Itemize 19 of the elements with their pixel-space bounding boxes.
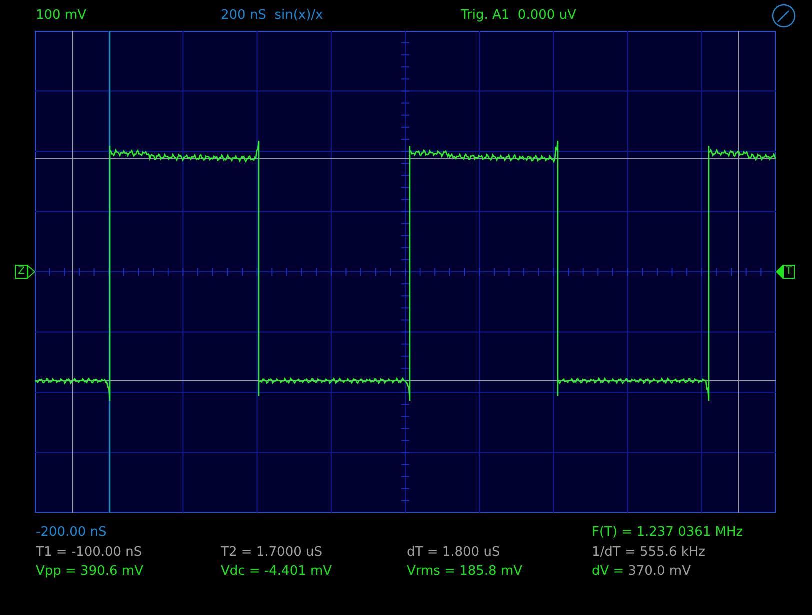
measurement-readout: Vrms = 185.8 mV: [407, 564, 523, 580]
trigger-label: Trig. A1 0.000 uV: [461, 6, 578, 25]
pointer-icon: [28, 265, 35, 279]
time-offset-label: -200.00 nS: [36, 524, 108, 542]
measurement-readout: Vdc = -4.401 mV: [221, 564, 332, 580]
measurement-readout: dT = 1.800 uS: [407, 544, 500, 560]
vertical-scale-label: 100 mV: [36, 6, 88, 25]
measurement-readout: T1 = -100.00 nS: [36, 544, 142, 560]
measurement-readout: T2 = 1.7000 uS: [221, 544, 322, 560]
timebase-label: 200 nS sin(x)/x: [221, 6, 324, 25]
knob-icon[interactable]: [772, 4, 796, 28]
channel-marker: T: [783, 265, 796, 279]
measurement-readout: dV =: [592, 564, 624, 580]
measurement-readout: Vpp = 390.6 mV: [36, 564, 144, 580]
frequency-readout: F(T) = 1.237 0361 MHz: [592, 524, 744, 542]
measurement-readout: 1/dT = 555.6 kHz: [592, 544, 706, 560]
measurement-value: 370.0 mV: [628, 564, 691, 580]
channel-marker: Z: [15, 265, 28, 279]
pointer-icon: [776, 265, 783, 279]
